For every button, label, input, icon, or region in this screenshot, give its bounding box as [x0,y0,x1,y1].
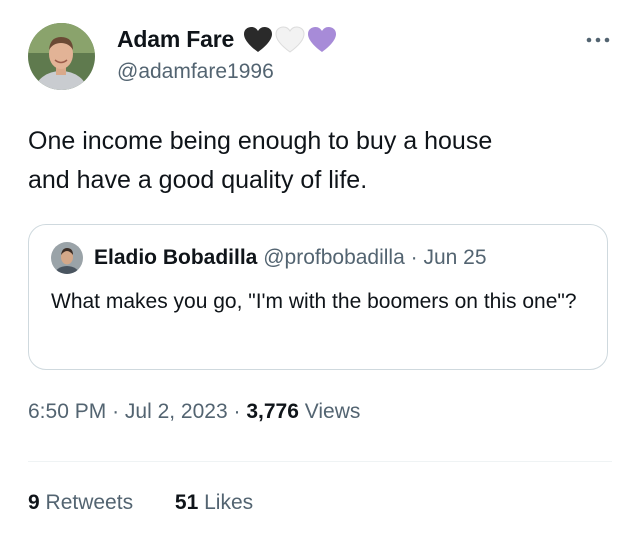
author-display-name[interactable]: Adam Fare [117,26,234,53]
tweet-time[interactable]: 6:50 PM [28,400,106,423]
likes-label: Likes [204,491,254,514]
retweets-count: 9 [28,491,40,514]
author-avatar[interactable] [28,23,95,90]
author-handle[interactable]: @adamfare1996 [117,60,274,84]
quoted-tweet-text: What makes you go, "I'm with the boomers… [51,290,577,313]
emoji-hearts [243,25,337,53]
tweet-date[interactable]: Jul 2, 2023 [125,400,228,423]
author-name-row: Adam Fare [117,24,337,54]
tweet-text: One income being enough to buy a house a… [28,127,493,194]
meta-separator: · [112,400,120,423]
more-options-icon[interactable] [584,30,612,50]
white-heart-icon [275,25,305,53]
views-count: 3,776 [246,400,299,423]
retweets-stat[interactable]: 9 Retweets [28,491,133,515]
black-heart-icon [243,26,273,53]
quoted-separator: · [410,246,418,269]
divider [28,461,612,462]
likes-count: 51 [174,491,199,514]
quoted-author-avatar[interactable] [51,242,83,274]
quoted-tweet-header: Eladio Bobadilla @profbobadilla · Jun 25 [94,246,487,270]
quoted-tweet[interactable]: Eladio Bobadilla @profbobadilla · Jun 25… [28,224,608,370]
quoted-date[interactable]: Jun 25 [423,246,486,269]
engagement-stats: 9 Retweets 51 Likes [28,491,289,515]
tweet-meta-row: 6:50 PM · Jul 2, 2023 · 3,776 Views [28,400,360,424]
quoted-author-handle[interactable]: @profbobadilla [263,246,405,269]
views-label: Views [304,400,361,423]
likes-stat[interactable]: 51 Likes [175,491,253,515]
retweets-label: Retweets [45,491,134,514]
quoted-author-name[interactable]: Eladio Bobadilla [94,246,257,269]
meta-separator: · [233,400,241,423]
purple-heart-icon [307,26,337,53]
